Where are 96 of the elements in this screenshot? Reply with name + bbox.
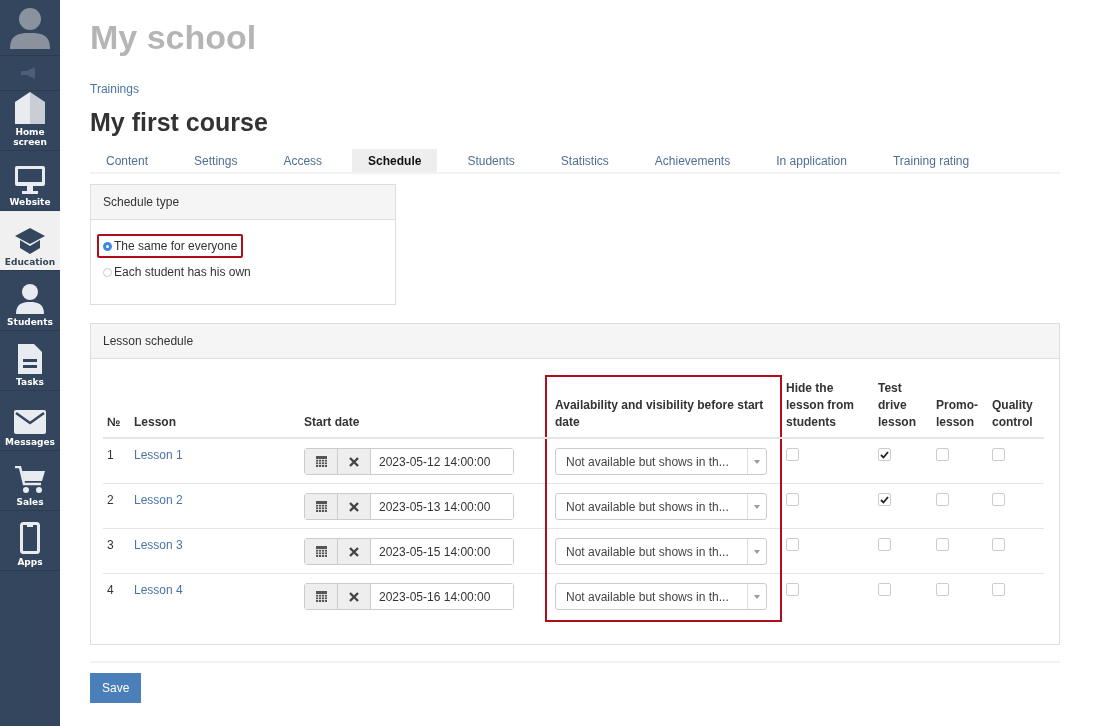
graduation-cap-icon (15, 228, 45, 254)
calendar-button[interactable] (305, 494, 338, 519)
sidebar-item[interactable]: Sales (0, 451, 60, 511)
date-field[interactable]: 2023-05-12 14:00:00 (304, 448, 514, 475)
calendar-icon (315, 546, 327, 557)
radio-option[interactable]: The same for everyone (97, 234, 244, 258)
column-header: Lesson (130, 376, 300, 438)
availability-select[interactable]: Not available but shows in th... (555, 538, 767, 565)
cross-icon (349, 546, 359, 557)
tab[interactable]: Statistics (544, 149, 625, 172)
tab[interactable]: Achievements (638, 149, 747, 172)
row-number: 3 (103, 528, 130, 574)
sidebar-item[interactable]: Students (0, 271, 60, 331)
clear-button[interactable] (338, 449, 371, 474)
calendar-button[interactable] (305, 449, 338, 474)
radio-button[interactable] (103, 267, 112, 277)
tab[interactable]: In application (760, 149, 863, 172)
radio-button[interactable] (103, 241, 112, 251)
column-header: № (103, 376, 130, 438)
cart-icon (15, 466, 45, 494)
calendar-button[interactable] (305, 584, 338, 609)
row-number: 1 (103, 438, 130, 484)
lesson-link[interactable]: Lesson 1 (134, 448, 183, 462)
checkbox[interactable] (786, 538, 799, 551)
lesson-link[interactable]: Lesson 3 (134, 538, 183, 552)
clear-button[interactable] (338, 494, 371, 519)
checkbox[interactable] (936, 538, 949, 551)
date-field[interactable]: 2023-05-13 14:00:00 (304, 493, 514, 520)
cross-icon (349, 456, 359, 467)
clear-button[interactable] (338, 539, 371, 564)
caret-icon (754, 594, 760, 599)
tab[interactable]: Training rating (876, 149, 986, 172)
lesson-link[interactable]: Lesson 4 (134, 583, 183, 597)
radio-option[interactable]: Each student has his own (97, 260, 257, 284)
caret-icon (754, 549, 760, 554)
checkbox[interactable] (936, 583, 949, 596)
calendar-icon (315, 591, 327, 602)
sidebar-item[interactable]: Website (0, 151, 60, 211)
cross-icon (349, 591, 359, 602)
column-header: Promo-lesson (932, 376, 988, 438)
column-header: Start date (300, 376, 546, 438)
column-header: Availability and visibility before start date (546, 376, 781, 438)
cross-icon (349, 501, 359, 512)
breadcrumb-link[interactable]: Trainings (90, 82, 1060, 96)
sidebar-item[interactable]: Education (0, 211, 60, 271)
tab[interactable]: Students (451, 149, 531, 172)
checkbox[interactable] (878, 538, 891, 551)
sidebar-item[interactable]: Tasks (0, 331, 60, 391)
person-icon (16, 284, 44, 314)
column-header: Hide the lesson from students (781, 376, 874, 438)
sidebar-item[interactable]: Apps (0, 511, 60, 571)
availability-select[interactable]: Not available but shows in th... (555, 583, 767, 610)
checkbox[interactable] (878, 583, 891, 596)
row-number: 4 (103, 573, 130, 621)
checkbox[interactable] (992, 538, 1005, 551)
sidebar-item[interactable]: Home screen (0, 91, 60, 151)
availability-select[interactable]: Not available but shows in th... (555, 493, 767, 520)
checkbox[interactable] (878, 448, 891, 461)
calendar-button[interactable] (305, 539, 338, 564)
page-title: My school (90, 18, 258, 58)
document-icon (18, 344, 42, 374)
tab[interactable]: Schedule (352, 149, 438, 172)
avatar-icon[interactable] (10, 6, 50, 49)
row-number: 2 (103, 483, 130, 529)
course-title: My first course (90, 108, 269, 137)
checkbox[interactable] (992, 493, 1005, 506)
date-field[interactable]: 2023-05-16 14:00:00 (304, 583, 514, 610)
phone-icon (20, 522, 40, 554)
checkbox[interactable] (936, 493, 949, 506)
tab[interactable]: Settings (178, 149, 254, 172)
column-header: Quality control (988, 376, 1044, 438)
checkbox[interactable] (786, 448, 799, 461)
save-button[interactable]: Save (90, 673, 142, 703)
checkbox[interactable] (786, 583, 799, 596)
house-icon (15, 92, 45, 124)
availability-select[interactable]: Not available but shows in th... (555, 448, 767, 475)
caret-icon (754, 504, 760, 509)
monitor-icon (15, 166, 45, 194)
checkbox[interactable] (992, 448, 1005, 461)
clear-button[interactable] (338, 584, 371, 609)
panel-heading: Schedule type (91, 185, 395, 220)
checkbox[interactable] (936, 448, 949, 461)
envelope-icon (14, 410, 46, 434)
checkbox[interactable] (786, 493, 799, 506)
checkbox[interactable] (992, 583, 1005, 596)
calendar-icon (315, 456, 327, 467)
lesson-link[interactable]: Lesson 2 (134, 493, 183, 507)
sidebar-item[interactable]: Messages (0, 391, 60, 451)
tab[interactable]: Access (267, 149, 339, 172)
date-field[interactable]: 2023-05-15 14:00:00 (304, 538, 514, 565)
caret-icon (754, 459, 760, 464)
tab[interactable]: Content (90, 149, 165, 172)
column-header: Test drive lesson (874, 376, 932, 438)
calendar-icon (315, 501, 327, 512)
checkbox[interactable] (878, 493, 891, 506)
panel-heading: Lesson schedule (91, 324, 1059, 359)
